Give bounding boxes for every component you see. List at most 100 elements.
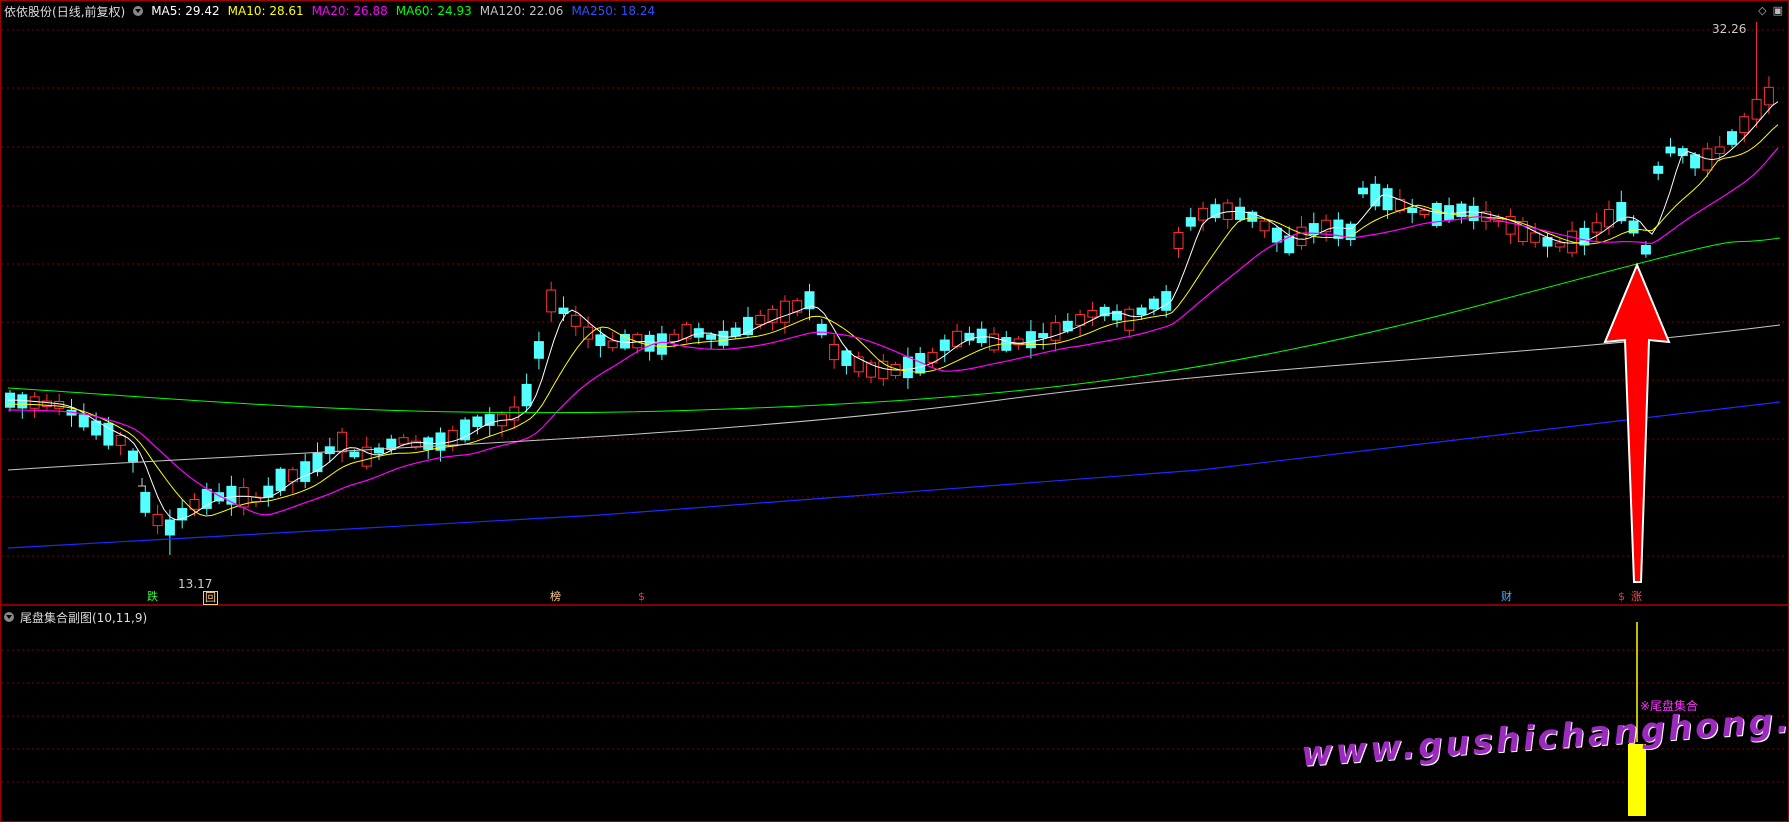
candle-body [1407, 207, 1418, 213]
candle-body [1050, 322, 1061, 341]
candle-body [1185, 217, 1196, 227]
candle-body [1751, 98, 1762, 120]
ma5-line [7, 101, 1779, 521]
signal-bar [1628, 744, 1646, 816]
chart-mode: (日线,前复权) [52, 4, 126, 19]
candle-body [1075, 314, 1086, 326]
candle-body [878, 360, 889, 380]
candle-body [595, 334, 606, 347]
candle-body [1665, 146, 1676, 154]
candle-body [755, 314, 766, 325]
marker-hui: 回 [203, 591, 218, 605]
candle-body [1259, 220, 1270, 232]
candlestick-chart[interactable] [0, 0, 1789, 822]
candle-body [829, 343, 840, 361]
candle-body [902, 356, 913, 379]
high-price-label: 32.26 [1712, 22, 1747, 36]
candle-body [1419, 209, 1430, 215]
candle-body [1136, 307, 1147, 316]
candle-body [669, 333, 680, 343]
candle-body [1235, 206, 1245, 220]
marker-bang: 榜 [550, 590, 561, 603]
candle-body [1653, 165, 1664, 174]
candle-body [115, 434, 126, 446]
candle-body [644, 334, 655, 352]
red-arrow [1603, 262, 1671, 583]
window-icon[interactable]: ▣ [1773, 4, 1783, 17]
marker-cai: 财 [1501, 590, 1512, 603]
candle-body [1468, 205, 1479, 221]
candle-body [472, 416, 483, 427]
candle-body [164, 519, 175, 536]
candle-body [1038, 333, 1049, 339]
candle-body [1554, 242, 1565, 248]
candle-body [976, 328, 987, 344]
candle-body [841, 350, 852, 366]
candle-body [300, 461, 311, 482]
ma250-label: MA250: 18.24 [571, 4, 656, 18]
candle-body [78, 414, 89, 428]
candle-body [706, 334, 717, 340]
candle-body [546, 289, 557, 313]
candle-body [1271, 227, 1282, 243]
candle-body [866, 362, 876, 378]
ma120-line [7, 324, 1781, 471]
candle-body [853, 356, 864, 373]
candle-body [939, 339, 950, 351]
candle-body [989, 333, 999, 351]
ma60-label: MA60: 24.93 [395, 4, 472, 18]
candle-body [730, 327, 741, 337]
candle-body [1530, 232, 1541, 243]
sub-chart-header: 尾盘集合副图(10,11,9) [4, 608, 147, 626]
candle-body [152, 513, 163, 527]
stock-name: 依依股份 [4, 4, 53, 19]
ma120-label: MA120: 22.06 [479, 4, 564, 18]
candle-body [779, 300, 790, 323]
candle-body [521, 383, 532, 407]
candle-body [447, 429, 458, 447]
candle-body [1173, 231, 1184, 250]
sub-chart-title: 尾盘集合副图(10,11,9) [20, 610, 148, 625]
ma5-label: MA5: 29.42 [151, 4, 220, 18]
candle-body [1727, 131, 1737, 145]
collapse-sub-icon[interactable] [4, 612, 14, 622]
candle-body [349, 451, 360, 458]
candle-body [1198, 207, 1209, 221]
candle-body [1640, 244, 1651, 255]
candle-body [1358, 187, 1368, 195]
candle-body [324, 446, 335, 455]
candle-body [29, 396, 40, 409]
candle-body [656, 333, 667, 355]
candle-body [1739, 116, 1750, 134]
candle-body [558, 307, 569, 314]
ma20-label: MA20: 26.88 [311, 4, 388, 18]
candle-body [54, 401, 65, 409]
candle-body [128, 450, 138, 462]
low-price-label: 13.17 [178, 577, 213, 591]
candle-body [1124, 308, 1135, 331]
candle-body [140, 491, 151, 513]
candle-body [1690, 154, 1701, 169]
candle-body [1148, 298, 1159, 310]
collapse-icon[interactable] [133, 6, 144, 16]
chart-corner-controls: ◇ ▣ [1758, 4, 1783, 17]
candle-body [398, 437, 409, 445]
ma10-line [7, 124, 1779, 517]
candle-body [607, 340, 618, 349]
marker-dollar-1: $ [638, 590, 645, 603]
candle-body [1714, 146, 1725, 155]
candle-body [1382, 188, 1393, 211]
diamond-icon[interactable]: ◇ [1758, 4, 1766, 17]
candle-body [1025, 331, 1036, 349]
main-chart-header: 依依股份 (日线,前复权) MA5: 29.42 MA10: 28.61 MA2… [4, 2, 655, 20]
ma10-label: MA10: 28.61 [227, 4, 304, 18]
ma20-line [8, 147, 1779, 516]
candle-body [17, 394, 28, 409]
marker-dollar-2: $ [1618, 590, 1625, 603]
marker-zhang: 涨 [1631, 590, 1642, 603]
candle-body [718, 330, 729, 346]
candle-body [1161, 291, 1172, 311]
candle-body [570, 314, 581, 327]
candle-body [1087, 310, 1098, 318]
candle-body [1591, 222, 1602, 233]
